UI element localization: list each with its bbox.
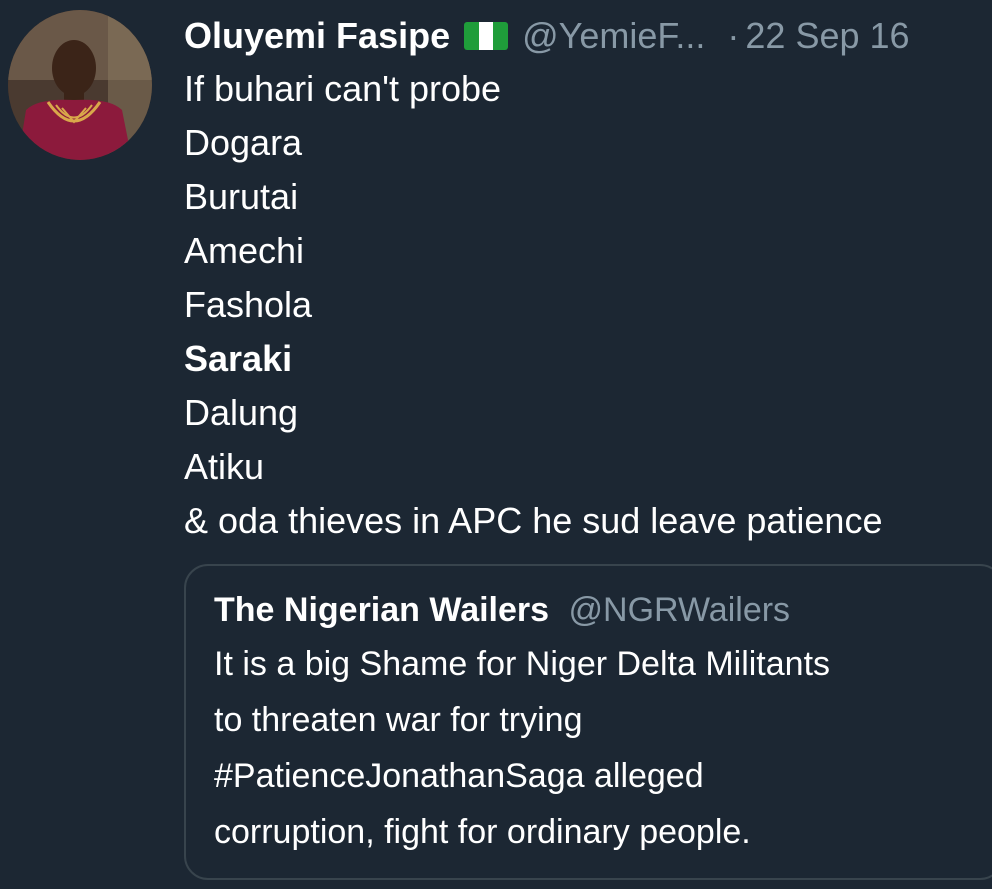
quoted-tweet-text: It is a big Shame for Niger Delta Milita… [214,636,974,860]
quoted-tweet-line: corruption, fight for ordinary people. [214,813,751,851]
tweet-date[interactable]: 22 Sep 16 [745,12,909,60]
author-handle[interactable]: @YemieF... [522,12,705,60]
tweet-line: Burutai [184,176,299,217]
quoted-tweet-line: #PatienceJonathanSaga alleged [214,757,704,795]
author-name[interactable]: Oluyemi Fasipe [184,12,450,60]
quoted-tweet-header: The Nigerian Wailers @NGRWailers [214,586,790,634]
avatar[interactable] [8,10,152,160]
quoted-tweet-line: It is a big Shame for Niger Delta Milita… [214,645,831,683]
quoted-author-name: The Nigerian Wailers [214,591,550,629]
quoted-tweet-line: to threaten war for trying [214,701,583,739]
tweet-line: Atiku [184,446,265,487]
tweet-line: Dalung [184,392,299,433]
tweet-line: If buhari can't probe [184,68,502,109]
quoted-author-handle: @NGRWailers [568,591,791,629]
tweet-line: Amechi [184,230,305,271]
tweet-line: Dogara [184,122,303,163]
tweet-line: Fashola [184,284,313,325]
quoted-tweet[interactable]: The Nigerian Wailers @NGRWailers It is a… [184,564,992,880]
tweet-text: If buhari can't probe Dogara Burutai Ame… [184,62,984,548]
tweet-line: & oda thieves in APC he sud leave patien… [184,500,883,541]
separator-dot: · [727,15,740,56]
tweet-line: Saraki [184,338,293,379]
nigeria-flag-icon [464,22,509,50]
tweet-header: Oluyemi Fasipe @YemieF... · 22 Sep 16 [184,12,984,60]
